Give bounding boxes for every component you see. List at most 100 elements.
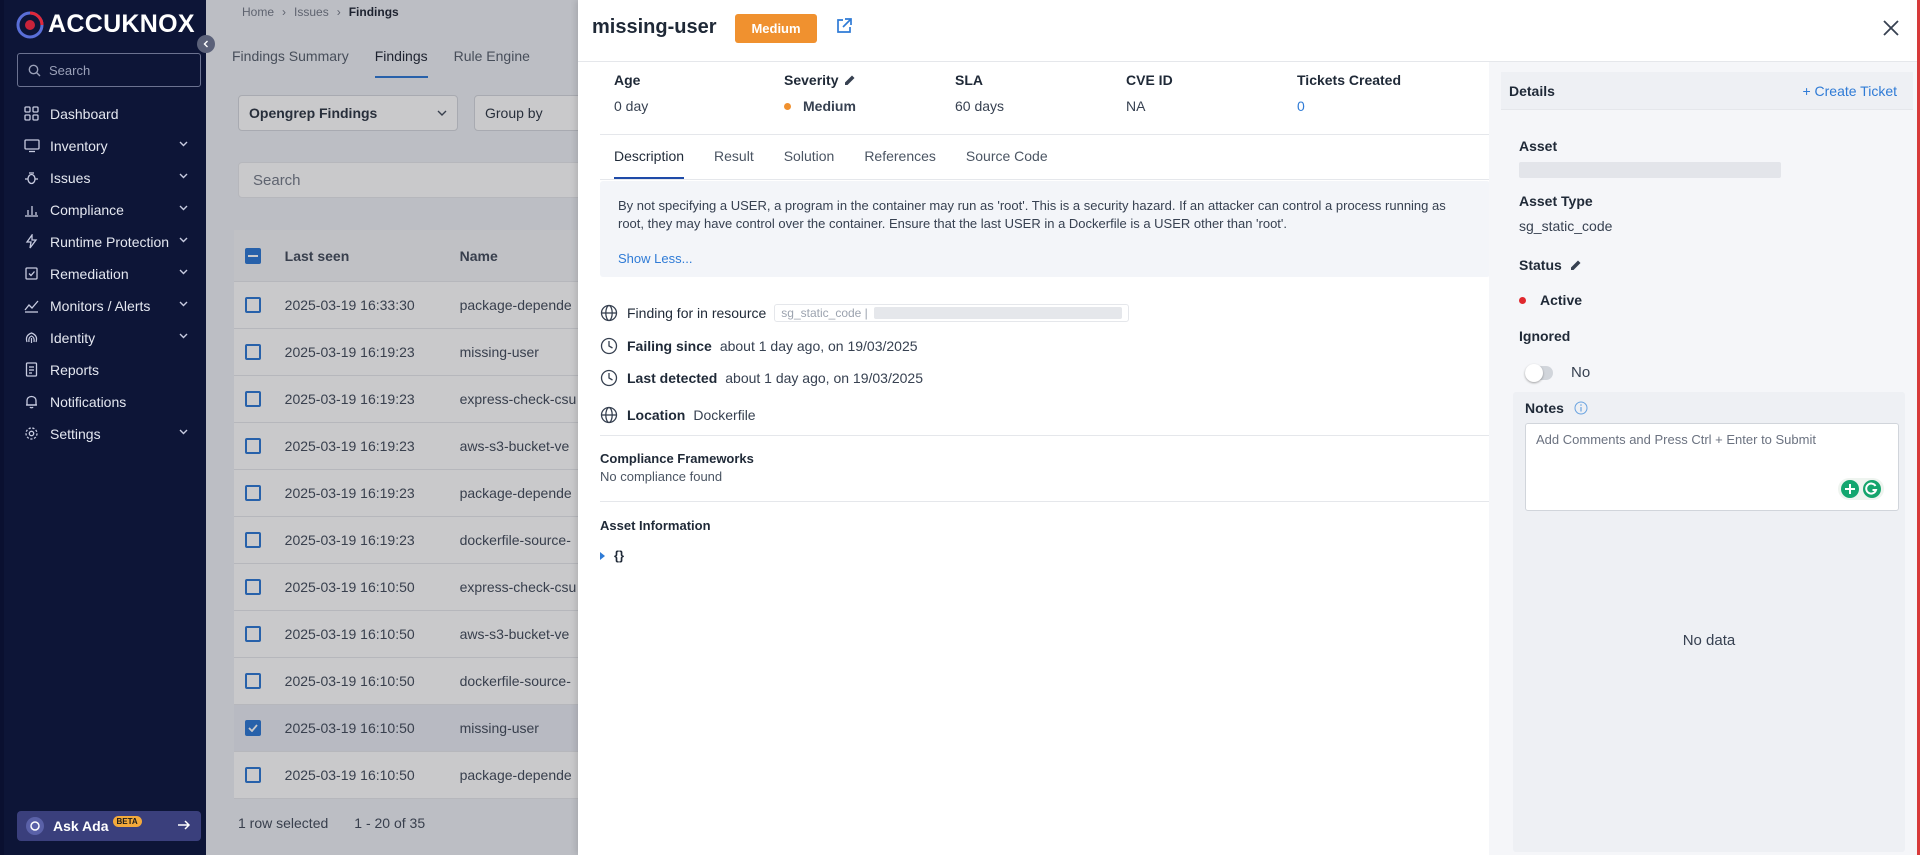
dashboard-icon: [24, 106, 40, 122]
status-value: Active: [1519, 292, 1582, 308]
resource-chip: sg_static_code |: [774, 304, 1129, 322]
sidebar-search-input[interactable]: Search: [17, 53, 201, 87]
tab-result[interactable]: Result: [714, 146, 754, 179]
runtime-icon: [24, 234, 40, 250]
finding-detail-drawer: missing-user Medium Age 0 day Severity M…: [578, 0, 1920, 855]
info-icon[interactable]: [1574, 401, 1588, 415]
ignored-label: Ignored: [1519, 328, 1571, 344]
details-header: Details + Create Ticket: [1501, 72, 1913, 110]
gear-icon: [24, 426, 40, 442]
tab-description[interactable]: Description: [614, 146, 685, 179]
bug-icon: [24, 170, 40, 186]
sidebar-collapse-button[interactable]: [197, 35, 215, 53]
sidebar-item-compliance[interactable]: Compliance: [4, 194, 210, 226]
severity-dot: [784, 102, 791, 110]
asset-json-toggle[interactable]: {}: [600, 548, 624, 563]
sidebar-item-runtime-protection[interactable]: Runtime Protection: [4, 226, 210, 258]
chevron-down-icon: [179, 141, 188, 147]
ignored-row: No: [1525, 363, 1590, 382]
age-value: 0 day: [614, 98, 649, 114]
meta-sla: SLA 60 days: [955, 72, 1004, 114]
edit-pencil-icon[interactable]: [844, 74, 856, 86]
arrow-right-icon: [178, 820, 191, 830]
ignored-toggle[interactable]: [1525, 363, 1553, 382]
sidebar-item-label: Dashboard: [50, 106, 119, 122]
edit-pencil-icon[interactable]: [1570, 259, 1582, 271]
compliance-title: Compliance Frameworks: [600, 451, 754, 466]
age-label: Age: [614, 72, 641, 88]
ada-assistant-icon: [26, 817, 44, 835]
brand-logo[interactable]: ACCUKNOX: [16, 10, 195, 39]
tab-solution[interactable]: Solution: [784, 146, 835, 179]
location-label: Location: [627, 407, 686, 423]
sidebar-item-remediation[interactable]: Remediation: [4, 258, 210, 290]
compliance-value: No compliance found: [600, 469, 723, 484]
tickets-count-link[interactable]: 0: [1297, 98, 1401, 114]
tab-source-code[interactable]: Source Code: [966, 146, 1048, 179]
meta-tickets: Tickets Created 0: [1297, 72, 1401, 114]
beta-badge: BETA: [112, 815, 142, 827]
details-panel: Details + Create Ticket Asset Asset Type…: [1489, 62, 1920, 855]
chevron-down-icon: [179, 237, 188, 243]
sidebar-nav: Dashboard Inventory Issues Compliance Ru…: [4, 98, 210, 450]
sla-label: SLA: [955, 72, 983, 88]
grammarly-icon: [1863, 480, 1881, 498]
sidebar-item-monitors-alerts[interactable]: Monitors / Alerts: [4, 290, 210, 322]
cve-label: CVE ID: [1126, 72, 1173, 88]
show-less-link[interactable]: Show Less...: [618, 251, 692, 266]
severity-value: Medium: [784, 98, 856, 114]
brand-name: ACCUKNOX: [48, 10, 195, 38]
sidebar-item-reports[interactable]: Reports: [4, 354, 210, 386]
finding-resource-row: Finding for in resource sg_static_code |: [600, 304, 1129, 322]
create-ticket-link[interactable]: + Create Ticket: [1802, 83, 1897, 99]
sidebar-item-label: Reports: [50, 362, 100, 378]
open-external-icon[interactable]: [835, 17, 853, 35]
ask-ada-label: Ask Ada: [53, 818, 109, 834]
meta-age: Age 0 day: [614, 72, 648, 114]
bell-icon: [24, 394, 40, 410]
meta-cve: CVE ID NA: [1126, 72, 1173, 114]
search-icon: [28, 64, 41, 76]
sidebar-item-settings[interactable]: Settings: [4, 418, 210, 450]
last-detected-label: Last detected: [627, 370, 718, 386]
finding-resource-label: Finding for in resource: [627, 305, 767, 321]
notes-placeholder: Add Comments and Press Ctrl + Enter to S…: [1536, 432, 1816, 447]
sidebar-item-label: Runtime Protection: [50, 234, 170, 250]
divider: [600, 435, 1490, 436]
asset-json-value: {}: [614, 548, 625, 563]
sidebar: ACCUKNOX Search Dashboard Inventory Issu…: [0, 0, 206, 855]
divider: [600, 501, 1490, 502]
clock-icon: [600, 369, 618, 387]
tickets-label: Tickets Created: [1297, 72, 1402, 88]
chevron-left-icon: [203, 40, 208, 48]
ask-ada-button[interactable]: Ask Ada BETA: [17, 811, 201, 841]
remediation-icon: [24, 266, 40, 282]
sidebar-item-label: Monitors / Alerts: [50, 298, 151, 314]
notes-textarea[interactable]: Add Comments and Press Ctrl + Enter to S…: [1525, 423, 1899, 511]
severity-badge: Medium: [735, 14, 817, 43]
chevron-down-icon: [179, 173, 188, 179]
sidebar-item-issues[interactable]: Issues: [4, 162, 210, 194]
sidebar-item-label: Inventory: [50, 138, 108, 154]
cve-value: NA: [1126, 98, 1146, 114]
chevron-down-icon: [179, 269, 188, 275]
grammarly-widget[interactable]: [1838, 478, 1884, 500]
monitor-icon: [24, 298, 40, 314]
status-dot: [1519, 296, 1526, 304]
sidebar-item-identity[interactable]: Identity: [4, 322, 210, 354]
sidebar-item-notifications[interactable]: Notifications: [4, 386, 210, 418]
severity-value-text: Medium: [803, 98, 856, 114]
lightbulb-plus-icon: [1841, 480, 1859, 498]
close-icon[interactable]: [1882, 19, 1900, 37]
redacted-resource: [873, 307, 1122, 319]
asset-type-value: sg_static_code: [1519, 218, 1613, 234]
details-title: Details: [1509, 83, 1555, 99]
tab-references[interactable]: References: [864, 146, 936, 179]
sidebar-item-dashboard[interactable]: Dashboard: [4, 98, 210, 130]
sidebar-item-label: Notifications: [50, 394, 127, 410]
chevron-down-icon: [179, 301, 188, 307]
sidebar-item-inventory[interactable]: Inventory: [4, 130, 210, 162]
sidebar-item-label: Issues: [50, 170, 91, 186]
accuknox-logo-icon: [16, 11, 44, 38]
description-text: By not specifying a USER, a program in t…: [618, 198, 1446, 231]
